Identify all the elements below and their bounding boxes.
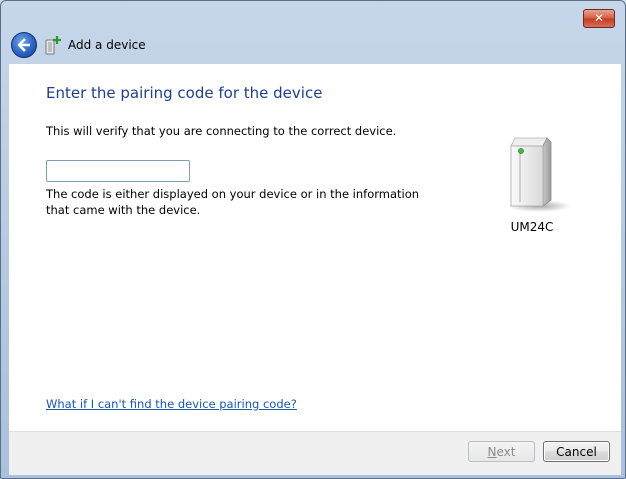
device-name-label: UM24C xyxy=(510,220,554,234)
back-arrow-icon xyxy=(17,38,30,52)
cancel-button[interactable]: Cancel xyxy=(543,441,610,462)
content-pane: Enter the pairing code for the device Th… xyxy=(9,63,621,432)
footer-bar: Next Cancel xyxy=(9,431,621,475)
next-label: ext xyxy=(496,445,516,459)
description-text: This will verify that you are connecting… xyxy=(46,124,397,138)
hint-text: The code is either displayed on your dev… xyxy=(46,187,420,217)
close-button[interactable]: ✕ xyxy=(583,9,615,28)
back-button[interactable] xyxy=(11,32,37,58)
next-mnemonic: N xyxy=(487,445,497,459)
pairing-code-input[interactable] xyxy=(46,160,190,182)
wizard-title: Add a device xyxy=(68,38,146,52)
next-button[interactable]: Next xyxy=(468,441,535,462)
add-device-window: ✕ Add a device Enter the pairing code fo… xyxy=(0,0,626,479)
pairing-code-help-link[interactable]: What if I can't find the device pairing … xyxy=(46,397,297,411)
device-tower-icon xyxy=(507,137,571,212)
page-heading: Enter the pairing code for the device xyxy=(46,84,323,102)
add-device-icon xyxy=(45,36,61,55)
nav-bar: Add a device xyxy=(1,31,625,61)
device-tile: UM24C xyxy=(499,134,571,234)
